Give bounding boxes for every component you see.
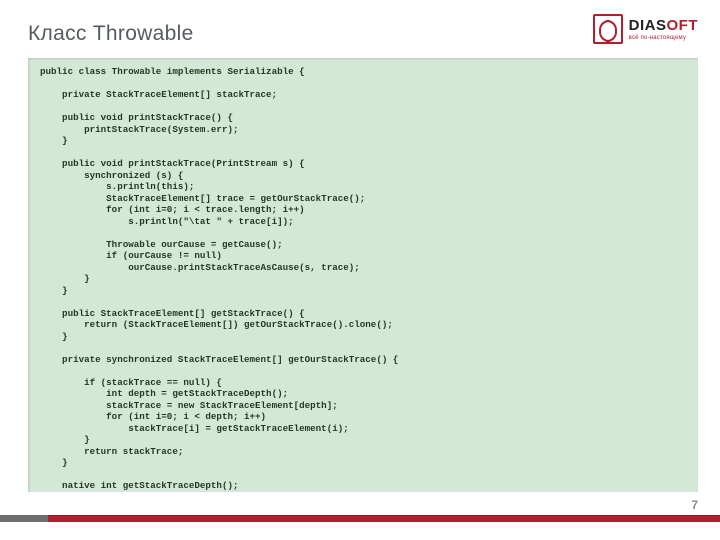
logo-icon	[593, 14, 623, 44]
brand-tagline: всё по-настоящему	[629, 35, 698, 41]
footer-divider	[0, 515, 720, 522]
page-number: 7	[691, 498, 698, 512]
brand-logo: DIASOFT всё по-настоящему	[593, 14, 698, 44]
code-block: public class Throwable implements Serial…	[28, 58, 698, 492]
page-title: Класс Throwable	[28, 22, 194, 46]
brand-name: DIASOFT	[629, 18, 698, 33]
code-content: public class Throwable implements Serial…	[40, 66, 686, 492]
